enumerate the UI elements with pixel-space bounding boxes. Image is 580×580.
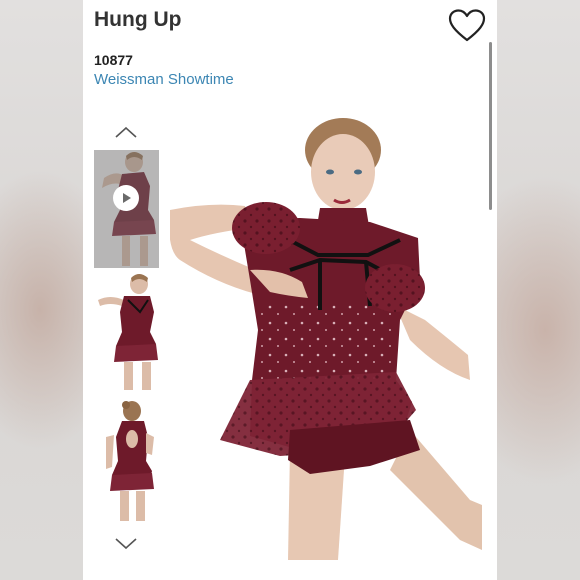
dancer-front-image [94,272,159,390]
favorite-heart-icon[interactable] [448,9,486,43]
product-sku: 10877 [94,52,133,68]
chevron-down-icon[interactable] [113,536,139,552]
gallery-thumbnail-front[interactable] [94,272,159,390]
gallery-thumbnail-back[interactable] [94,397,159,521]
product-title: Hung Up [94,8,182,31]
main-product-image[interactable] [170,110,482,560]
brand-link[interactable]: Weissman Showtime [94,71,234,88]
chevron-up-icon[interactable] [113,124,139,140]
product-card: Hung Up 10877 Weissman Showtime [83,0,497,580]
dancer-main-image [170,110,482,560]
dancer-back-image [94,397,159,521]
play-icon[interactable] [113,185,139,211]
gallery-thumbnail-video[interactable] [94,150,159,268]
scrollbar[interactable] [489,42,492,210]
